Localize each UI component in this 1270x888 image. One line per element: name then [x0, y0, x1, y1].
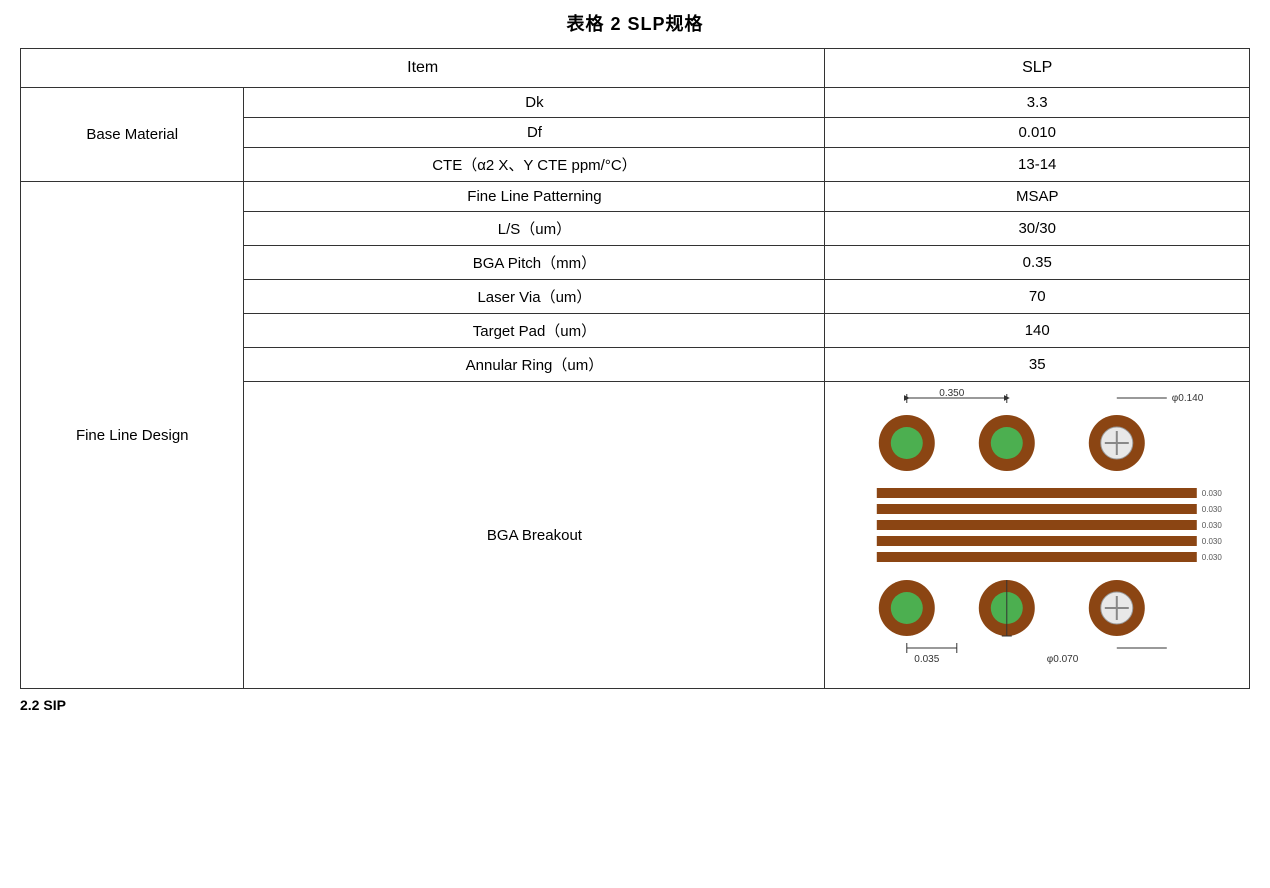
svg-text:0.030: 0.030	[1202, 489, 1223, 498]
item-bga-pitch: BGA Pitch（mm）	[244, 246, 825, 280]
svg-text:0.350: 0.350	[940, 388, 965, 399]
svg-text:φ0.140: φ0.140	[1172, 393, 1204, 404]
item-dk: Dk	[244, 88, 825, 118]
value-cte: 13-14	[825, 148, 1250, 182]
value-ls: 30/30	[825, 212, 1250, 246]
svg-text:0.030: 0.030	[1202, 537, 1223, 546]
value-dk: 3.3	[825, 88, 1250, 118]
value-annular-ring: 35	[825, 348, 1250, 382]
value-target-pad: 140	[825, 314, 1250, 348]
item-laser-via: Laser Via（um）	[244, 280, 825, 314]
page-title: 表格 2 SLP规格	[20, 10, 1250, 36]
item-annular-ring: Annular Ring（um）	[244, 348, 825, 382]
item-header: Item	[21, 49, 825, 88]
bga-diagram-cell: 0.350 φ0.140 0.030 0.030 0.030 0.030	[825, 382, 1250, 689]
table-row: Fine Line Design Fine Line Patterning MS…	[21, 182, 1250, 212]
item-ls: L/S（um）	[244, 212, 825, 246]
slp-header: SLP	[825, 49, 1250, 88]
value-fine-line-patterning: MSAP	[825, 182, 1250, 212]
bga-diagram: 0.350 φ0.140 0.030 0.030 0.030 0.030	[833, 388, 1241, 678]
category-fine-line-design: Fine Line Design	[21, 182, 244, 689]
svg-text:0.030: 0.030	[1202, 521, 1223, 530]
category-base-material: Base Material	[21, 88, 244, 182]
svg-text:0.030: 0.030	[1202, 505, 1223, 514]
table-row: Base Material Dk 3.3	[21, 88, 1250, 118]
bottom-label: 2.2 SIP	[20, 697, 1250, 713]
svg-text:0.030: 0.030	[1202, 553, 1223, 562]
item-cte: CTE（α2 X、Y CTE ppm/°C）	[244, 148, 825, 182]
value-laser-via: 70	[825, 280, 1250, 314]
main-table: Item SLP Base Material Dk 3.3 Df 0.010 C…	[20, 48, 1250, 689]
value-df: 0.010	[825, 118, 1250, 148]
item-bga-breakout: BGA Breakout	[244, 382, 825, 689]
item-target-pad: Target Pad（um）	[244, 314, 825, 348]
item-df: Df	[244, 118, 825, 148]
item-fine-line-patterning: Fine Line Patterning	[244, 182, 825, 212]
svg-text:0.035: 0.035	[915, 654, 940, 665]
value-bga-pitch: 0.35	[825, 246, 1250, 280]
svg-text:φ0.070: φ0.070	[1047, 654, 1079, 665]
